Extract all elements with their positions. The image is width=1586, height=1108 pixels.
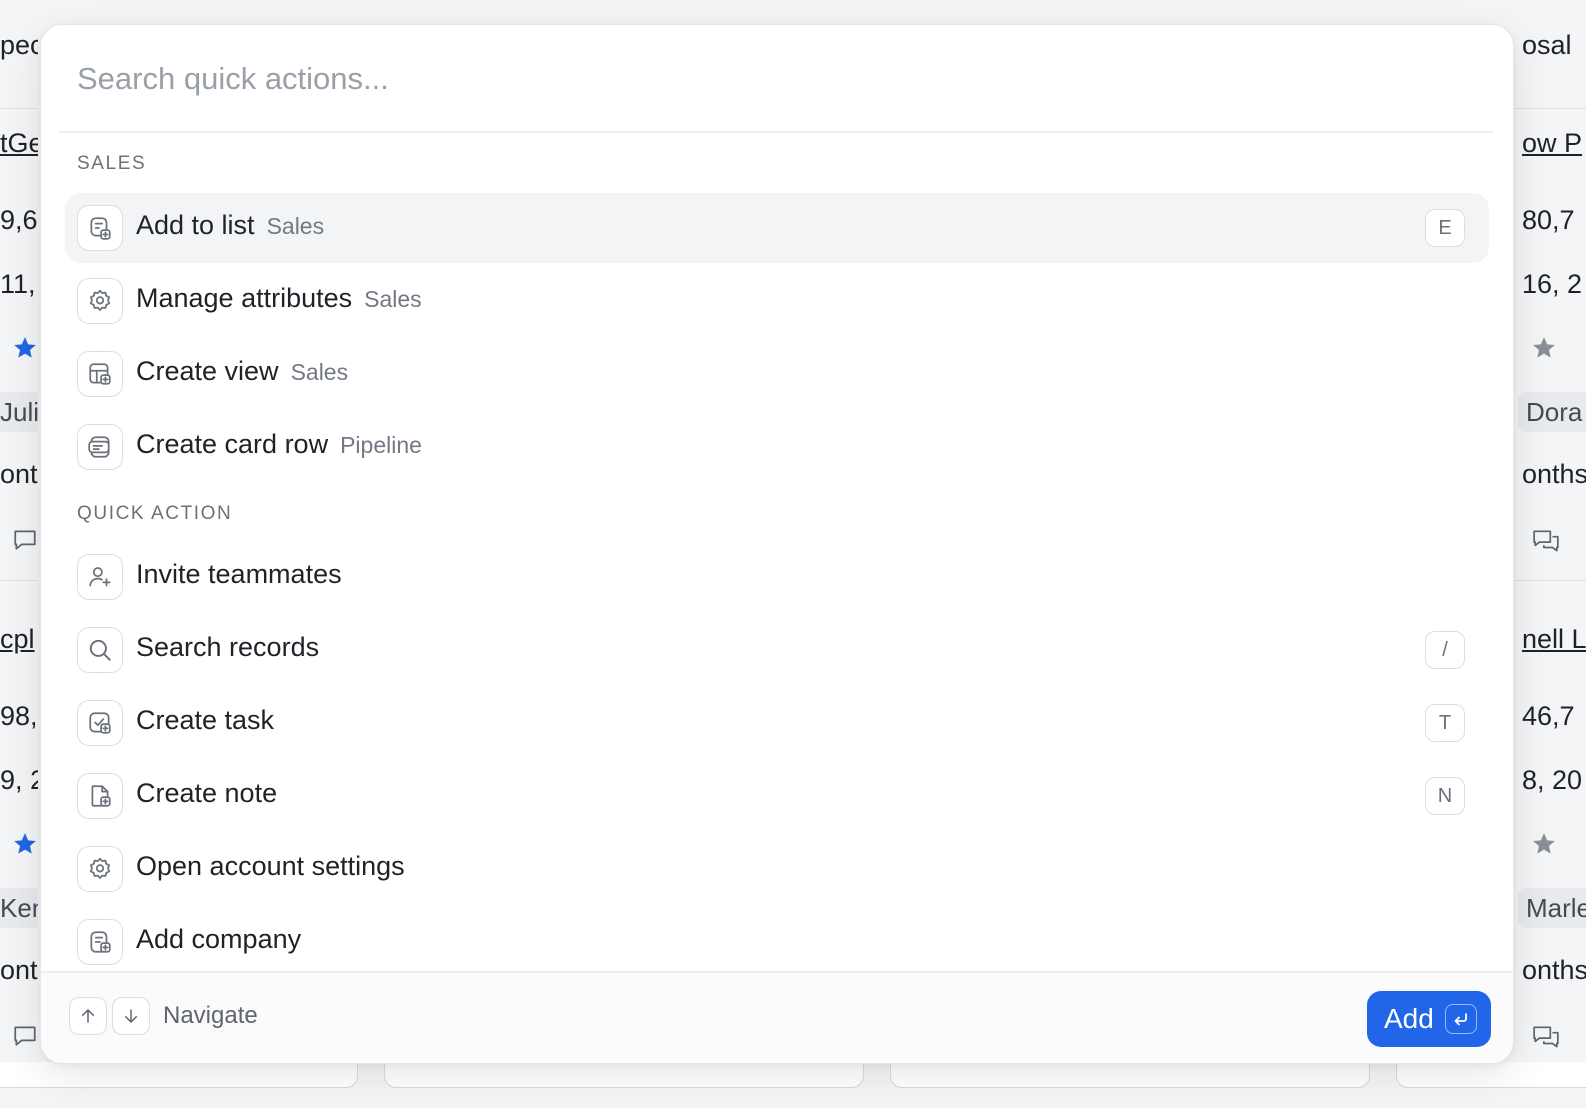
section-title-sales: SALES — [77, 153, 147, 174]
bg-right-duration: onths — [1522, 955, 1586, 985]
card-row-icon — [77, 424, 123, 470]
section-title-quick-action: QUICK ACTION — [77, 503, 233, 524]
shortcut-key: E — [1425, 209, 1465, 247]
arrow-up-icon — [82, 1009, 94, 1023]
shortcut-key: T — [1425, 704, 1465, 742]
company-add-icon — [77, 919, 123, 965]
add-button-label: Add — [1384, 1003, 1434, 1034]
action-add-company[interactable]: Add company — [65, 907, 1489, 977]
bg-left-duration: ontl — [0, 459, 38, 489]
bg-divider — [1514, 108, 1586, 109]
user-add-icon — [77, 554, 123, 600]
action-label: Search records — [136, 632, 320, 662]
bg-left-value: 9,67 — [0, 205, 38, 235]
bg-card-edge — [0, 1062, 358, 1088]
action-label: Manage attributes Sales — [136, 283, 422, 313]
bg-divider — [0, 108, 38, 109]
enter-key-icon — [1445, 1004, 1477, 1034]
search-bar — [59, 25, 1493, 133]
arrow-up-key — [69, 997, 107, 1035]
star-icon — [1533, 337, 1555, 358]
quick-actions-modal: SALES Add to listSales E Manage attribut… — [40, 24, 1514, 1064]
action-label: Create view Sales — [136, 356, 349, 386]
arrow-down-key — [112, 997, 150, 1035]
action-search-records[interactable]: Search records / — [65, 615, 1489, 685]
bg-right-value: 46,7 — [1522, 701, 1575, 731]
bg-left-owner-chip: Julie — [0, 392, 38, 432]
bg-left-link[interactable]: cpl — [0, 624, 38, 655]
task-add-icon — [77, 700, 123, 746]
bg-left-title: pec — [0, 30, 38, 60]
search-input[interactable] — [77, 51, 1457, 107]
bg-right-date: 8, 20 — [1522, 765, 1583, 795]
bg-left-owner-chip: Ken — [0, 888, 38, 928]
action-label: Open account settings — [136, 851, 405, 881]
bg-card-edge — [384, 1062, 864, 1088]
bg-right-owner-chip: Dora — [1518, 392, 1586, 432]
list-add-icon — [77, 205, 123, 251]
action-label: Create note — [136, 778, 278, 808]
bg-left-date: 9, 2 — [0, 765, 38, 795]
action-label: Create task — [136, 705, 275, 735]
action-manage-attributes[interactable]: Manage attributes Sales — [65, 266, 1489, 336]
bg-left-value: 98, — [0, 701, 38, 731]
bg-right-owner-chip: Marle — [1518, 888, 1586, 928]
action-context: Pipeline — [340, 432, 422, 458]
bg-left-date: 11, — [0, 269, 36, 299]
bg-left-link[interactable]: tGe — [0, 128, 38, 159]
modal-footer: Navigate Add — [41, 971, 1513, 1063]
shortcut-key: / — [1425, 631, 1465, 669]
navigate-hint: Navigate — [163, 1002, 258, 1029]
action-create-view[interactable]: Create view Sales — [65, 339, 1489, 409]
comments-icon[interactable] — [1532, 1024, 1560, 1050]
star-icon — [14, 337, 36, 358]
action-create-card-row[interactable]: Create card row Pipeline — [65, 412, 1489, 482]
bg-right-link[interactable]: ow P — [1522, 128, 1586, 159]
bg-divider — [0, 580, 38, 581]
bg-divider — [1514, 580, 1586, 581]
star-icon — [1533, 833, 1555, 854]
search-icon — [77, 627, 123, 673]
shortcut-key: N — [1425, 777, 1465, 815]
bg-right-duration: onths — [1522, 459, 1586, 489]
action-context: Sales — [266, 213, 325, 239]
bg-right-link[interactable]: nell L — [1522, 624, 1586, 655]
action-label: Add to list Sales — [136, 210, 325, 240]
action-create-task[interactable]: Create task T — [65, 688, 1489, 758]
action-open-account-settings[interactable]: Open account settings — [65, 834, 1489, 904]
view-add-icon — [77, 351, 123, 397]
action-label: Invite teammates — [136, 559, 342, 589]
action-label: Add company — [136, 924, 302, 954]
bg-card-edge — [1396, 1062, 1586, 1088]
comment-icon[interactable] — [12, 1024, 38, 1048]
action-context: Sales — [290, 359, 349, 385]
action-label: Create card row Pipeline — [136, 429, 422, 459]
gear-icon — [77, 278, 123, 324]
action-add-to-list[interactable]: Add to list Sales E — [65, 193, 1489, 263]
action-invite-teammates[interactable]: Invite teammates — [65, 542, 1489, 612]
action-context: Sales — [364, 286, 422, 312]
arrow-down-icon — [125, 1009, 137, 1023]
comments-icon[interactable] — [1532, 528, 1560, 554]
settings-icon — [77, 846, 123, 892]
bg-right-title: osal — [1522, 30, 1572, 60]
comment-icon[interactable] — [12, 528, 38, 552]
note-add-icon — [77, 773, 123, 819]
bg-right-date: 16, 2 — [1522, 269, 1583, 299]
bg-left-duration: ontl — [0, 955, 38, 985]
bg-right-value: 80,7 — [1522, 205, 1575, 235]
action-create-note[interactable]: Create note N — [65, 761, 1489, 831]
add-button[interactable]: Add — [1367, 991, 1491, 1047]
star-icon — [14, 833, 36, 854]
bg-card-edge — [890, 1062, 1370, 1088]
